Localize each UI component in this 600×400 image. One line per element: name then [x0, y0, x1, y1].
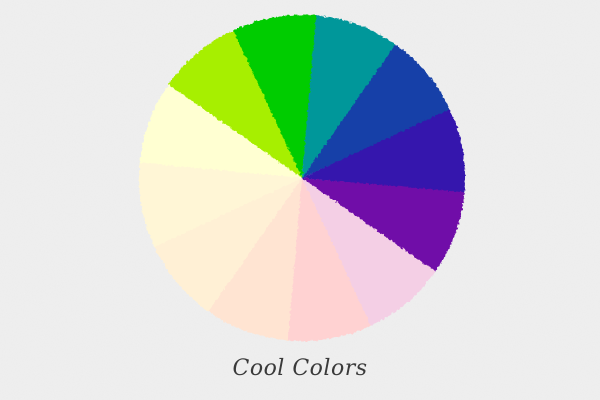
color-wheel	[138, 14, 466, 342]
color-wheel-canvas	[0, 0, 600, 400]
wheel-caption: Cool Colors	[232, 356, 368, 381]
